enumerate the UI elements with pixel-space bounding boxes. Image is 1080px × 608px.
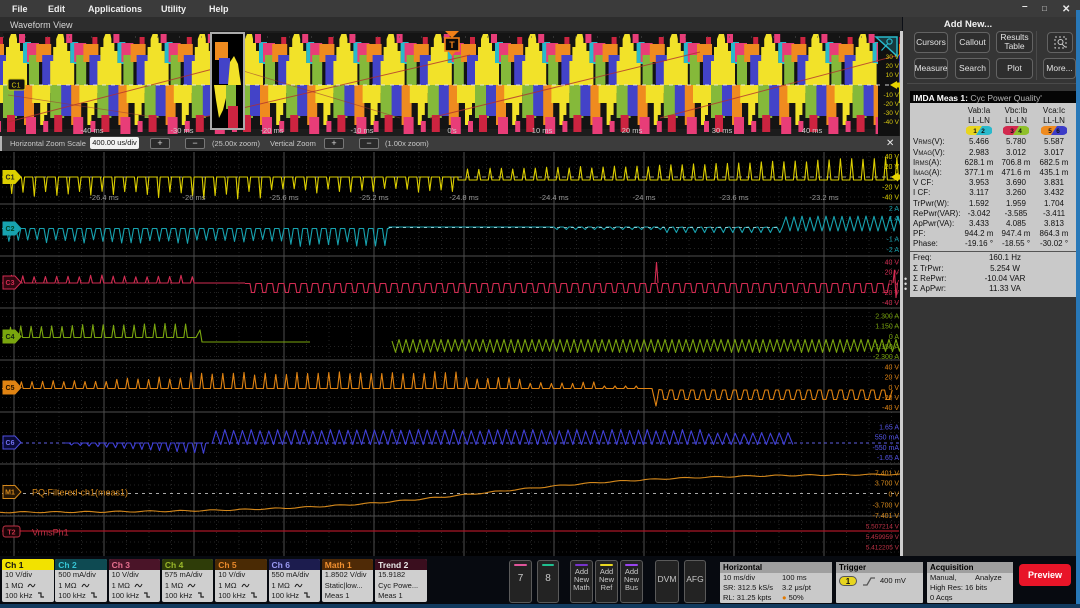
- svg-text:1: 1: [973, 128, 977, 135]
- svg-text:-30 ms: -30 ms: [171, 126, 194, 135]
- svg-text:20 V: 20 V: [886, 63, 900, 70]
- svg-text:-40 V: -40 V: [882, 300, 899, 307]
- svg-text:VrmsPh1: VrmsPh1: [32, 528, 69, 538]
- svg-text:20 ms: 20 ms: [622, 126, 643, 135]
- svg-text:20 V: 20 V: [885, 375, 900, 382]
- svg-text:-26 ms: -26 ms: [183, 193, 206, 202]
- svg-text:-1.65 A: -1.65 A: [877, 455, 900, 462]
- svg-text:C2: C2: [6, 226, 15, 233]
- svg-text:5.507214 V: 5.507214 V: [866, 524, 900, 531]
- svg-text:1.65 A: 1.65 A: [879, 425, 899, 432]
- svg-text:-20 V: -20 V: [882, 185, 899, 192]
- svg-text:5.412205 V: 5.412205 V: [866, 545, 900, 552]
- svg-text:20 V: 20 V: [885, 270, 900, 277]
- svg-text:-10 V: -10 V: [883, 92, 899, 99]
- svg-text:-20 V: -20 V: [882, 395, 899, 402]
- svg-text:-24.4 ms: -24.4 ms: [539, 193, 568, 202]
- svg-text:-20 V: -20 V: [882, 290, 899, 297]
- svg-text:1 A: 1 A: [889, 216, 899, 223]
- svg-text:-40 V: -40 V: [883, 119, 899, 126]
- svg-text:5: 5: [1048, 128, 1052, 135]
- svg-text:0 V: 0 V: [888, 280, 899, 287]
- svg-text:3.700 V: 3.700 V: [875, 481, 899, 488]
- svg-text:40 V: 40 V: [885, 154, 900, 161]
- svg-text:-20 V: -20 V: [883, 101, 899, 108]
- svg-text:-23.2 ms: -23.2 ms: [809, 193, 838, 202]
- svg-text:30 ms: 30 ms: [712, 126, 733, 135]
- svg-text:-23.6 ms: -23.6 ms: [719, 193, 748, 202]
- svg-text:C6: C6: [6, 440, 15, 447]
- svg-text:-1 A: -1 A: [887, 237, 900, 244]
- svg-text:3: 3: [1010, 128, 1014, 135]
- svg-text:0 V: 0 V: [888, 385, 899, 392]
- svg-text:-10 ms: -10 ms: [351, 126, 374, 135]
- svg-text:PQ:Filtered-ch1(meas1): PQ:Filtered-ch1(meas1): [32, 488, 128, 498]
- svg-text:10 ms: 10 ms: [532, 126, 553, 135]
- svg-text:-30 V: -30 V: [883, 110, 899, 117]
- svg-text:20 V: 20 V: [885, 164, 900, 171]
- svg-text:-40 V: -40 V: [882, 405, 899, 412]
- svg-text:0 A: 0 A: [889, 334, 899, 341]
- svg-text:C4: C4: [6, 334, 15, 341]
- svg-text:-24.8 ms: -24.8 ms: [449, 193, 478, 202]
- svg-text:-2.300 A: -2.300 A: [873, 354, 899, 361]
- svg-text:C3: C3: [6, 280, 15, 287]
- svg-text:C5: C5: [6, 385, 15, 392]
- svg-text:4: 4: [1018, 128, 1022, 135]
- svg-text:C1: C1: [12, 83, 21, 90]
- svg-text:1.150 A: 1.150 A: [875, 324, 899, 331]
- svg-text:-25.2 ms: -25.2 ms: [359, 193, 388, 202]
- svg-text:7.401 V: 7.401 V: [875, 471, 899, 478]
- svg-text:-7.401 V: -7.401 V: [873, 513, 900, 520]
- svg-text:0 V: 0 V: [888, 492, 899, 499]
- svg-text:-25.6 ms: -25.6 ms: [269, 193, 298, 202]
- svg-text:T: T: [449, 40, 455, 50]
- svg-text:M1: M1: [5, 490, 15, 497]
- svg-text:C1: C1: [6, 175, 15, 182]
- svg-text:0's: 0's: [447, 126, 457, 135]
- svg-text:-3.700 V: -3.700 V: [873, 503, 900, 510]
- svg-text:-1.150 A: -1.150 A: [873, 344, 899, 351]
- svg-text:-20 ms: -20 ms: [261, 126, 284, 135]
- svg-text:10 V: 10 V: [886, 72, 900, 79]
- svg-text:40 V: 40 V: [885, 260, 900, 267]
- svg-text:2.300 A: 2.300 A: [875, 314, 899, 321]
- svg-text:550 mA: 550 mA: [875, 435, 899, 442]
- svg-text:40 V: 40 V: [885, 365, 900, 372]
- svg-text:5.459959 V: 5.459959 V: [866, 534, 900, 541]
- svg-text:40 ms: 40 ms: [802, 126, 823, 135]
- svg-text:-40 ms: -40 ms: [81, 126, 104, 135]
- svg-text:-2 A: -2 A: [887, 247, 900, 254]
- svg-text:6: 6: [1056, 128, 1060, 135]
- svg-text:T2: T2: [7, 530, 15, 537]
- svg-text:-550 mA: -550 mA: [873, 445, 900, 452]
- svg-text:-40 V: -40 V: [882, 195, 899, 202]
- svg-text:-26.4 ms: -26.4 ms: [89, 193, 118, 202]
- svg-text:2 A: 2 A: [889, 206, 899, 213]
- svg-text:2: 2: [981, 128, 985, 135]
- svg-text:30 V: 30 V: [886, 54, 900, 61]
- svg-text:-24 ms: -24 ms: [633, 193, 656, 202]
